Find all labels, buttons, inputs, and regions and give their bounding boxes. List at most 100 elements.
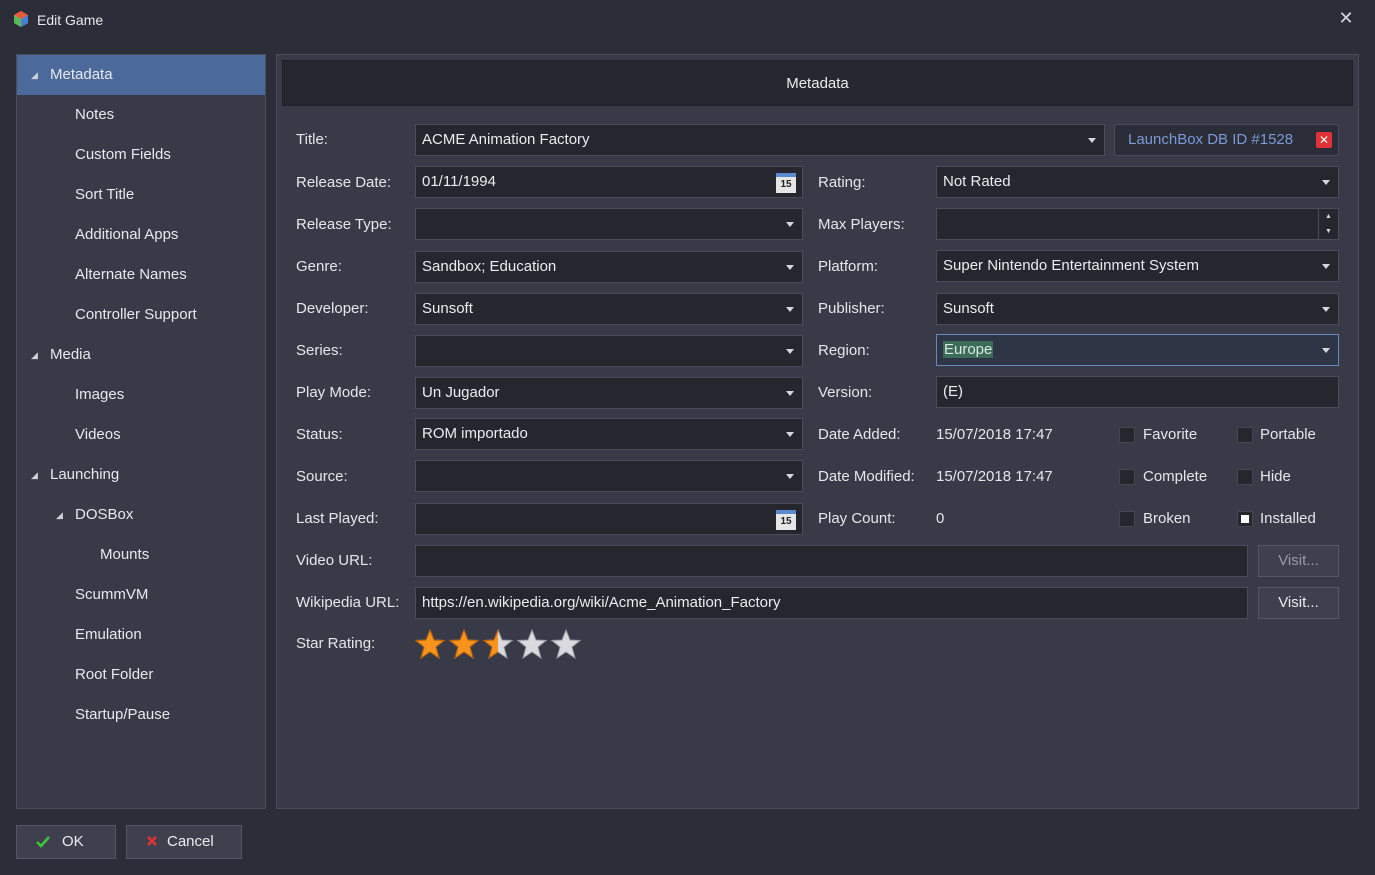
calendar-icon[interactable]: 15 [776, 173, 796, 193]
developer-dropdown[interactable]: Sunsoft [415, 293, 803, 325]
wikipedia-url-value: https://en.wikipedia.org/wiki/Acme_Anima… [422, 594, 781, 611]
hide-checkbox[interactable] [1237, 469, 1253, 485]
close-icon[interactable]: ✕ [1336, 8, 1356, 28]
sidebar-item-mounts[interactable]: Mounts [17, 535, 265, 575]
expand-arrow-icon[interactable]: ◢ [31, 455, 38, 495]
video-url-label: Video URL: [296, 552, 373, 569]
release-type-label: Release Type: [296, 216, 392, 233]
increment-icon[interactable]: ▲ [1319, 209, 1338, 224]
chevron-down-icon[interactable] [786, 222, 794, 227]
genre-dropdown[interactable]: Sandbox; Education [415, 251, 803, 283]
max-players-stepper[interactable]: ▲ ▼ [936, 208, 1339, 240]
publisher-dropdown[interactable]: Sunsoft [936, 293, 1339, 325]
chevron-down-icon[interactable] [1322, 264, 1330, 269]
chevron-down-icon[interactable] [1088, 138, 1096, 143]
complete-checkbox[interactable] [1119, 469, 1135, 485]
sidebar-item-images[interactable]: Images [17, 375, 265, 415]
sidebar-item-metadata[interactable]: ◢ Metadata [17, 55, 265, 95]
installed-label[interactable]: Installed [1260, 510, 1316, 527]
sidebar-item-media[interactable]: ◢ Media [17, 335, 265, 375]
version-input[interactable]: (E) [936, 376, 1339, 408]
star-icon[interactable] [551, 629, 581, 659]
visit-video-button[interactable]: Visit... [1258, 545, 1339, 577]
decrement-icon[interactable]: ▼ [1319, 224, 1338, 239]
series-label: Series: [296, 342, 343, 359]
sidebar-item-sort-title[interactable]: Sort Title [17, 175, 265, 215]
sidebar-item-custom-fields[interactable]: Custom Fields [17, 135, 265, 175]
sidebar-item-additional-apps[interactable]: Additional Apps [17, 215, 265, 255]
ok-button[interactable]: OK [16, 825, 116, 859]
sidebar-item-label: DOSBox [75, 506, 134, 523]
last-played-field[interactable]: 15 [415, 503, 803, 535]
sidebar-item-emulation[interactable]: Emulation [17, 615, 265, 655]
play-mode-value: Un Jugador [422, 384, 500, 401]
sidebar-nav: ◢ Metadata Notes Custom Fields Sort Title Add… [16, 54, 266, 809]
status-dropdown[interactable]: ROM importado [415, 418, 803, 450]
favorite-checkbox[interactable] [1119, 427, 1135, 443]
play-count-value: 0 [936, 510, 945, 527]
remove-db-id-icon[interactable]: ✕ [1316, 132, 1332, 148]
release-date-value: 01/11/1994 [422, 173, 496, 190]
portable-checkbox[interactable] [1237, 427, 1253, 443]
star-icon[interactable] [483, 629, 513, 659]
expand-arrow-icon[interactable]: ◢ [31, 55, 38, 95]
star-icon[interactable] [449, 629, 479, 659]
sidebar-item-controller-support[interactable]: Controller Support [17, 295, 265, 335]
genre-value: Sandbox; Education [422, 258, 557, 275]
publisher-value: Sunsoft [943, 300, 994, 317]
cancel-label: Cancel [167, 833, 214, 850]
chevron-down-icon[interactable] [786, 432, 794, 437]
sidebar-item-launching[interactable]: ◢ Launching [17, 455, 265, 495]
region-dropdown[interactable]: Europe [936, 334, 1339, 366]
sidebar-item-startup-pause[interactable]: Startup/Pause [17, 695, 265, 735]
chevron-down-icon[interactable] [786, 349, 794, 354]
rating-dropdown[interactable]: Not Rated [936, 166, 1339, 198]
chevron-down-icon[interactable] [786, 391, 794, 396]
favorite-label[interactable]: Favorite [1143, 426, 1197, 443]
broken-checkbox[interactable] [1119, 511, 1135, 527]
video-url-input[interactable] [415, 545, 1248, 577]
chevron-down-icon[interactable] [1322, 307, 1330, 312]
checkmark-icon [35, 826, 51, 870]
source-dropdown[interactable] [415, 460, 803, 492]
platform-value: Super Nintendo Entertainment System [943, 257, 1199, 274]
sidebar-item-label: ScummVM [75, 586, 149, 603]
star-icon[interactable] [415, 629, 445, 659]
region-label: Region: [818, 342, 870, 359]
portable-label[interactable]: Portable [1260, 426, 1316, 443]
release-date-field[interactable]: 01/11/1994 15 [415, 166, 803, 198]
sidebar-item-alternate-names[interactable]: Alternate Names [17, 255, 265, 295]
sidebar-item-label: Media [50, 346, 91, 363]
play-mode-dropdown[interactable]: Un Jugador [415, 377, 803, 409]
title-bar: Edit Game ✕ [0, 0, 1375, 40]
sidebar-item-root-folder[interactable]: Root Folder [17, 655, 265, 695]
rating-label: Rating: [818, 174, 866, 191]
sidebar-item-notes[interactable]: Notes [17, 95, 265, 135]
chevron-down-icon[interactable] [1322, 348, 1330, 353]
spinner[interactable]: ▲ ▼ [1318, 209, 1338, 239]
star-icon[interactable] [517, 629, 547, 659]
wikipedia-url-input[interactable]: https://en.wikipedia.org/wiki/Acme_Anima… [415, 587, 1248, 619]
complete-label[interactable]: Complete [1143, 468, 1207, 485]
chevron-down-icon[interactable] [786, 474, 794, 479]
launchbox-db-id-link[interactable]: LaunchBox DB ID #1528 ✕ [1114, 124, 1339, 156]
visit-wikipedia-button[interactable]: Visit... [1258, 587, 1339, 619]
release-type-dropdown[interactable] [415, 208, 803, 240]
chevron-down-icon[interactable] [786, 265, 794, 270]
chevron-down-icon[interactable] [1322, 180, 1330, 185]
broken-label[interactable]: Broken [1143, 510, 1191, 527]
platform-dropdown[interactable]: Super Nintendo Entertainment System [936, 250, 1339, 282]
title-combobox[interactable]: ACME Animation Factory [415, 124, 1105, 156]
sidebar-item-label: Custom Fields [75, 146, 171, 163]
cancel-button[interactable]: Cancel [126, 825, 242, 859]
hide-label[interactable]: Hide [1260, 468, 1291, 485]
expand-arrow-icon[interactable]: ◢ [31, 335, 38, 375]
chevron-down-icon[interactable] [786, 307, 794, 312]
sidebar-item-scummvm[interactable]: ScummVM [17, 575, 265, 615]
series-dropdown[interactable] [415, 335, 803, 367]
expand-arrow-icon[interactable]: ◢ [56, 495, 63, 535]
sidebar-item-videos[interactable]: Videos [17, 415, 265, 455]
sidebar-item-dosbox[interactable]: ◢ DOSBox [17, 495, 265, 535]
calendar-icon[interactable]: 15 [776, 510, 796, 530]
installed-checkbox[interactable] [1237, 511, 1253, 527]
